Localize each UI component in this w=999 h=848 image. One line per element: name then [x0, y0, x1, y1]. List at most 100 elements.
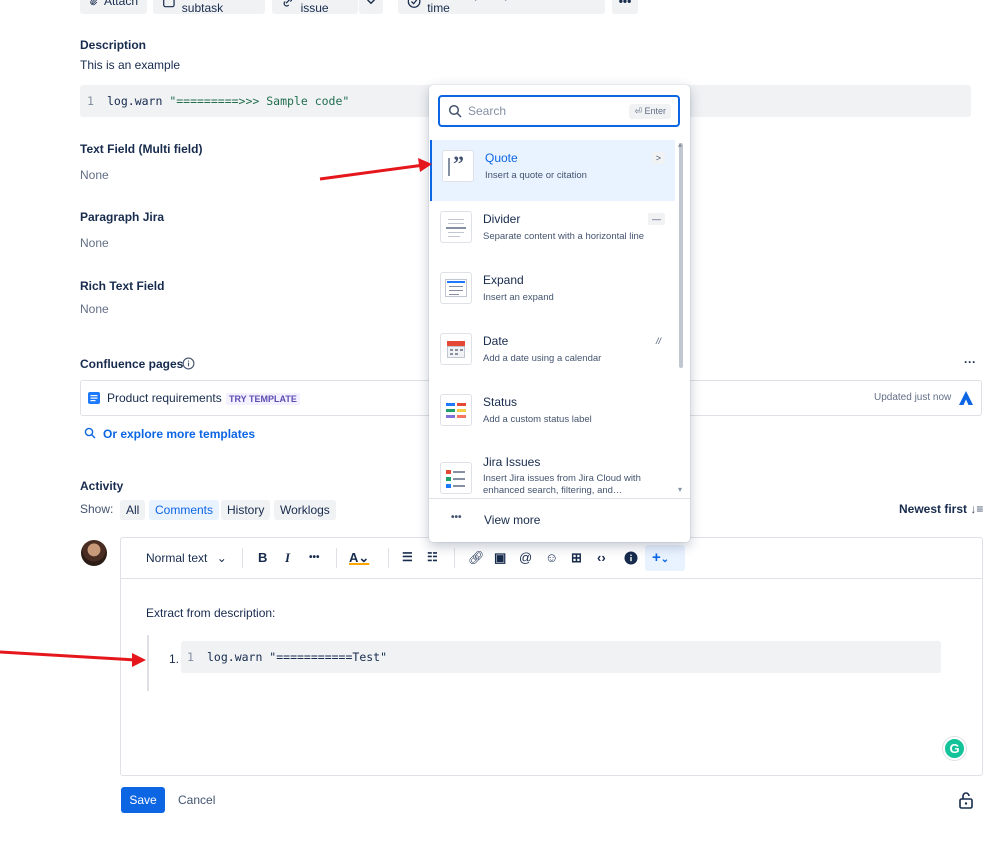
comment-editor[interactable]: Normal text ⌄ B I ••• A⌄ ☰ ☷ 🔗︎ ▣ @ ☺ ⊞ …: [120, 537, 983, 776]
text-field-value[interactable]: None: [80, 168, 109, 182]
link-issue-label: Link issue: [300, 0, 329, 15]
more-icon: •••: [451, 512, 462, 523]
code-string: "=========>>> Sample code": [169, 94, 350, 108]
menu-item-desc: Insert Jira issues from Jira Cloud with …: [483, 473, 641, 496]
code-keyword: log.warn: [107, 94, 170, 108]
numbered-list-icon[interactable]: ☷: [427, 550, 438, 564]
confluence-more-button[interactable]: ···: [964, 355, 976, 369]
rich-text-value[interactable]: None: [80, 302, 109, 316]
menu-search-input[interactable]: Search ⏎ Enter: [438, 95, 680, 127]
tempo-label: Add Tempo to plan and track time: [427, 0, 580, 15]
paperclip-icon: [90, 0, 98, 5]
code-content: log.warn "=========>>> Sample code": [107, 94, 349, 108]
menu-item-date[interactable]: Date Add a date using a calendar //: [430, 323, 675, 384]
bold-icon[interactable]: B: [258, 550, 267, 565]
cancel-button[interactable]: Cancel: [178, 793, 215, 807]
insert-plus-button[interactable]: +⌄: [645, 545, 685, 571]
attach-button[interactable]: Attach: [80, 0, 147, 14]
info-panel-icon[interactable]: [624, 551, 638, 565]
text-color-icon[interactable]: A⌄: [349, 550, 369, 566]
status-icon: [440, 394, 472, 426]
chevron-down-icon: ⌄: [660, 554, 670, 565]
explore-templates-link[interactable]: Or explore more templates: [103, 427, 255, 441]
link-issue-button[interactable]: Link issue: [272, 0, 358, 15]
mention-icon[interactable]: @: [519, 550, 532, 565]
scroll-up-icon[interactable]: ▴: [678, 140, 682, 149]
divider: [388, 548, 389, 568]
link-issue-dropdown[interactable]: [359, 0, 383, 14]
tempo-icon: [407, 0, 421, 8]
menu-item-shortcut: >: [651, 152, 665, 164]
text-field-label: Text Field (Multi field): [80, 142, 203, 156]
menu-item-desc: Separate content with a horizontal line: [483, 231, 645, 242]
view-more-label: View more: [484, 513, 541, 527]
editor-toolbar: Normal text ⌄ B I ••• A⌄ ☰ ☷ 🔗︎ ▣ @ ☺ ⊞ …: [121, 538, 982, 579]
create-subtask-button[interactable]: Create subtask: [153, 0, 265, 15]
menu-item-expand[interactable]: Expand Insert an expand: [430, 262, 675, 323]
paragraph-label: Paragraph Jira: [80, 210, 165, 224]
code-line-number: 1: [87, 94, 94, 108]
code-line-number: 1: [187, 650, 194, 664]
save-button[interactable]: Save: [121, 787, 165, 813]
link-icon: [283, 0, 292, 7]
tab-history[interactable]: History: [221, 500, 271, 520]
page-icon: [88, 392, 100, 404]
rich-text-label: Rich Text Field: [80, 279, 165, 293]
bullet-list-icon[interactable]: ☰: [402, 550, 413, 564]
tab-worklogs[interactable]: Worklogs: [274, 500, 336, 520]
quote-bar: [147, 635, 149, 691]
lock-icon[interactable]: [958, 791, 974, 809]
divider-icon: [440, 211, 472, 243]
image-icon[interactable]: ▣: [494, 550, 506, 566]
tempo-button[interactable]: Add Tempo to plan and track time: [398, 0, 605, 15]
grammarly-icon[interactable]: G: [943, 737, 966, 760]
text-style-label: Normal text: [146, 551, 208, 565]
arrow-to-code: [0, 650, 137, 662]
tab-comments[interactable]: Comments: [149, 500, 220, 520]
more-formatting-icon[interactable]: •••: [309, 552, 320, 563]
confluence-page-title[interactable]: Product requirements: [107, 391, 222, 405]
show-label: Show:: [80, 502, 114, 516]
menu-item-title: Divider: [483, 212, 521, 226]
view-more-button[interactable]: ••• View more: [429, 499, 690, 542]
updated-text: Updated just now: [874, 392, 952, 403]
divider: [336, 548, 337, 568]
menu-scrollbar[interactable]: [679, 143, 683, 368]
more-actions-button[interactable]: •••: [612, 0, 638, 14]
scroll-down-icon[interactable]: ▾: [678, 485, 682, 494]
menu-item-title: Date: [483, 334, 509, 348]
try-template-badge[interactable]: TRY TEMPLATE: [226, 393, 300, 405]
link-icon[interactable]: 🔗︎: [468, 550, 485, 566]
search-placeholder: Search: [468, 104, 507, 118]
menu-item-status[interactable]: Status Add a custom status label: [430, 384, 675, 445]
menu-item-shortcut: //: [655, 336, 661, 346]
description-label: Description: [80, 38, 147, 52]
menu-item-jira-issues[interactable]: Jira Issues Insert Jira issues from Jira…: [430, 445, 675, 500]
menu-item-divider[interactable]: Divider Separate content with a horizont…: [430, 201, 675, 262]
menu-item-title: Jira Issues: [483, 455, 541, 469]
quote-icon: ”: [442, 150, 474, 182]
emoji-icon[interactable]: ☺: [545, 550, 558, 565]
insert-menu: Search ⏎ Enter ” Quote Insert a quote or…: [429, 85, 690, 542]
editor-body-text[interactable]: Extract from description:: [146, 606, 275, 620]
description-text[interactable]: This is an example: [80, 58, 180, 72]
sort-button[interactable]: Newest first ↓≡: [899, 502, 983, 516]
tab-all[interactable]: All: [120, 500, 146, 520]
search-icon: [448, 104, 462, 118]
create-subtask-label: Create subtask: [181, 0, 224, 15]
text-style-dropdown[interactable]: Normal text ⌄: [146, 551, 227, 565]
avatar[interactable]: [81, 540, 107, 566]
chevron-down-icon: ⌄: [216, 551, 227, 565]
info-icon[interactable]: [182, 357, 195, 370]
menu-item-quote[interactable]: ” Quote Insert a quote or citation >: [430, 140, 675, 201]
code-icon[interactable]: ‹›: [597, 550, 606, 565]
table-icon[interactable]: ⊞: [571, 550, 582, 566]
menu-item-shortcut: —: [648, 213, 665, 225]
editor-code-block[interactable]: 1 log.warn "===========Test": [181, 641, 941, 673]
atlassian-logo-icon: [959, 391, 973, 405]
sort-label: Newest first: [899, 502, 968, 516]
paragraph-value[interactable]: None: [80, 236, 109, 250]
sort-icon: ↓≡: [970, 502, 984, 516]
italic-icon[interactable]: I: [285, 550, 290, 566]
expand-icon: [440, 272, 472, 304]
